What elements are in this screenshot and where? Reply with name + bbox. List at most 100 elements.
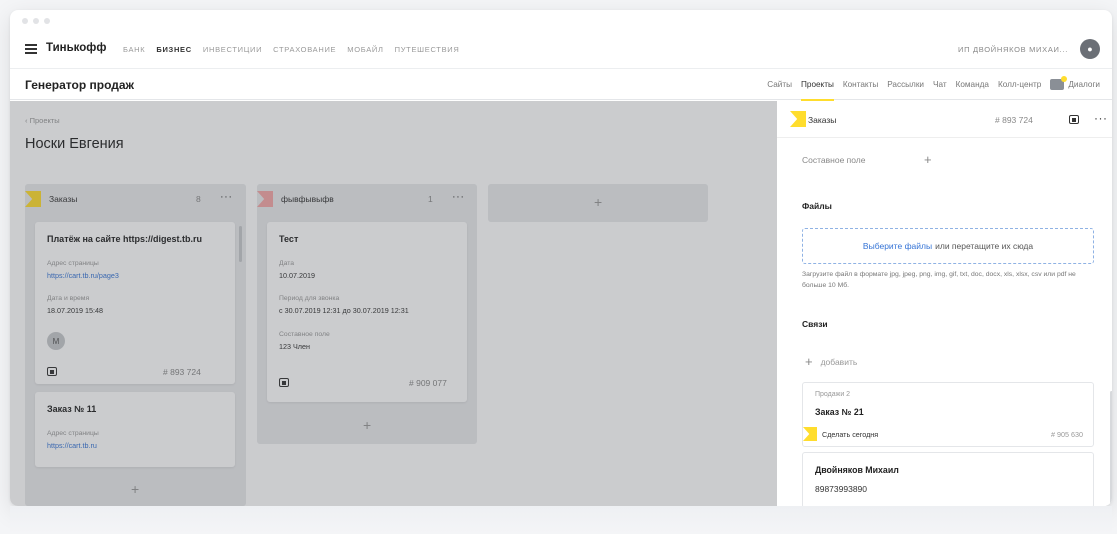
nav-call-center[interactable]: Колл-центр — [998, 69, 1041, 100]
more-icon[interactable]: ··· — [452, 191, 465, 203]
deal-card[interactable]: Платёж на сайте https://digest.tb.ru Адр… — [35, 222, 235, 384]
account-name[interactable]: ИП ДВОЙНЯКОВ МИХАИ... — [958, 45, 1068, 54]
nav-dialogs[interactable]: Диалоги — [1050, 69, 1100, 100]
deal-card[interactable]: Тест Дата 10.07.2019 Период для звонка с… — [267, 222, 467, 402]
add-column-button[interactable]: + — [488, 184, 708, 222]
field-value: с 30.07.2019 12:31 до 30.07.2019 12:31 — [279, 306, 409, 315]
page-url-link[interactable]: https://cart.tb.ru — [47, 441, 97, 450]
field-label: Адрес страницы — [47, 430, 99, 437]
contact-name: Двойняков Михаил — [815, 465, 899, 475]
files-hint: Загрузите файл в формате jpg, jpeg, png,… — [802, 271, 1076, 289]
menu-icon[interactable] — [25, 44, 37, 54]
detail-panel: Заказы # 893 724 ··· Составное поле + Фа… — [777, 101, 1112, 506]
contact-card[interactable]: Двойняков Михаил 89873993890 — [802, 452, 1094, 506]
panel-header: Заказы # 893 724 ··· — [777, 101, 1112, 138]
files-heading: Файлы — [802, 201, 832, 211]
add-field-icon[interactable]: + — [924, 152, 932, 167]
app-navigation: Сайты Проекты Контакты Рассылки Чат Кома… — [767, 69, 1100, 101]
nav-projects[interactable]: Проекты — [801, 69, 834, 101]
top-navigation: Тинькофф БАНК БИЗНЕС ИНВЕСТИЦИИ СТРАХОВА… — [10, 34, 1112, 68]
chat-icon[interactable] — [279, 378, 289, 387]
top-menu-travel[interactable]: ПУТЕШЕСТВИЯ — [395, 45, 460, 54]
field-label: Составное поле — [279, 331, 330, 338]
column-header: Заказы 8 ··· — [25, 184, 246, 214]
panel-title: Заказы — [808, 115, 837, 125]
file-dropzone[interactable]: Выберите файлы или перетащите их сюда — [802, 228, 1094, 264]
add-link-button[interactable]: + добавить — [805, 354, 857, 369]
chat-icon[interactable] — [47, 367, 57, 376]
related-deal-card[interactable]: Продажи 2 Заказ № 21 Сделать сегодня # 9… — [802, 382, 1094, 447]
add-card-icon[interactable]: + — [131, 481, 139, 497]
top-menu-business[interactable]: БИЗНЕС — [156, 45, 192, 54]
flag-icon — [25, 191, 41, 207]
column-title: Заказы — [49, 194, 78, 204]
nav-dialogs-label: Диалоги — [1068, 80, 1100, 89]
related-id: # 905 630 — [1051, 430, 1083, 439]
column-count: 1 — [428, 194, 433, 204]
breadcrumb[interactable]: ‹ Проекты — [25, 116, 60, 125]
scrollbar[interactable] — [239, 226, 242, 262]
nav-sites[interactable]: Сайты — [767, 69, 792, 100]
brand-logo[interactable]: Тинькофф — [46, 42, 106, 54]
app-bar: Генератор продаж Сайты Проекты Контакты … — [10, 68, 1112, 101]
composite-field-label: Составное поле — [802, 155, 866, 165]
card-title: Платёж на сайте https://digest.tb.ru — [47, 234, 202, 244]
page-title: Носки Евгения — [25, 136, 124, 152]
card-title: Тест — [279, 234, 299, 244]
avatar: М — [47, 332, 65, 350]
related-title: Заказ № 21 — [815, 407, 864, 417]
top-menu: БАНК БИЗНЕС ИНВЕСТИЦИИ СТРАХОВАНИЕ МОБАЙ… — [123, 45, 460, 54]
contact-phone: 89873993890 — [815, 484, 868, 494]
column-count: 8 — [196, 194, 201, 204]
flag-icon — [257, 191, 273, 207]
add-card-icon[interactable]: + — [363, 417, 371, 433]
card-title: Заказ № 11 — [47, 404, 97, 414]
app-window: Тинькофф БАНК БИЗНЕС ИНВЕСТИЦИИ СТРАХОВА… — [10, 10, 1112, 506]
project-board: ‹ Проекты Носки Евгения Заказы 8 ··· Пла… — [10, 101, 777, 506]
dialogs-icon — [1050, 76, 1068, 90]
plus-icon: + — [805, 354, 813, 369]
board-column: Заказы 8 ··· Платёж на сайте https://dig… — [25, 184, 246, 506]
card-id: # 909 077 — [409, 378, 447, 388]
page-url-link[interactable]: https://cart.tb.ru/page3 — [47, 271, 119, 280]
chat-icon[interactable] — [1069, 115, 1079, 124]
app-title: Генератор продаж — [25, 78, 135, 92]
nav-team[interactable]: Команда — [956, 69, 989, 100]
related-project: Продажи 2 — [815, 391, 851, 398]
panel-id: # 893 724 — [995, 115, 1033, 125]
field-label: Дата — [279, 260, 295, 267]
related-task: Сделать сегодня — [822, 430, 879, 439]
links-heading: Связи — [802, 319, 828, 329]
board-column: фывфывыфв 1 ··· Тест Дата 10.07.2019 Пер… — [257, 184, 477, 444]
plus-icon: + — [594, 194, 603, 210]
field-value: 123 Член — [279, 342, 310, 351]
flag-icon — [790, 111, 806, 127]
breadcrumb-label: Проекты — [29, 116, 60, 125]
top-menu-mobile[interactable]: МОБАЙЛ — [347, 45, 383, 54]
nav-contacts[interactable]: Контакты — [843, 69, 878, 100]
field-label: Дата и время — [47, 295, 90, 302]
card-id: # 893 724 — [163, 367, 201, 377]
deal-card[interactable]: Заказ № 11 Адрес страницы https://cart.t… — [35, 392, 235, 467]
nav-mailings[interactable]: Рассылки — [887, 69, 924, 100]
top-menu-bank[interactable]: БАНК — [123, 45, 145, 54]
choose-files-link[interactable]: Выберите файлы — [863, 241, 932, 251]
window-controls — [22, 18, 50, 24]
window-reflection — [10, 506, 1112, 534]
column-header: фывфывыфв 1 ··· — [257, 184, 477, 214]
more-icon[interactable]: ··· — [1094, 111, 1108, 125]
top-menu-investments[interactable]: ИНВЕСТИЦИИ — [203, 45, 262, 54]
nav-chat[interactable]: Чат — [933, 69, 947, 100]
user-avatar[interactable]: ● — [1080, 39, 1100, 59]
top-menu-insurance[interactable]: СТРАХОВАНИЕ — [273, 45, 336, 54]
field-label: Период для звонка — [279, 295, 340, 302]
panel-scrollbar[interactable] — [1110, 391, 1112, 506]
flag-icon — [803, 427, 817, 441]
more-icon[interactable]: ··· — [220, 191, 233, 203]
dropzone-text: или перетащите их сюда — [935, 241, 1034, 251]
field-value: 10.07.2019 — [279, 271, 315, 280]
field-value: 18.07.2019 15:48 — [47, 306, 103, 315]
field-label: Адрес страницы — [47, 260, 99, 267]
add-link-label: добавить — [820, 356, 858, 367]
column-title: фывфывыфв — [281, 194, 334, 204]
